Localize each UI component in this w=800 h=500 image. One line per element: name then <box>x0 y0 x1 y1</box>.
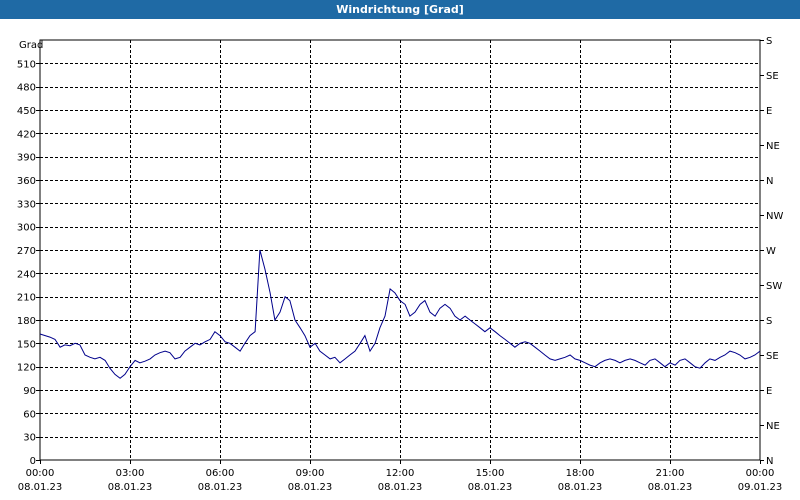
y-tick-label: 210 <box>17 293 36 304</box>
wind-direction-line <box>39 249 761 379</box>
wind-direction-chart: Grad 03060901201501802102402703003303603… <box>17 36 784 493</box>
x-tick-time: 21:00 <box>656 468 685 479</box>
x-tick-time: 15:00 <box>476 468 505 479</box>
x-tick-date: 08.01.23 <box>648 482 693 493</box>
y-tick-label: 510 <box>17 59 36 70</box>
right-tick-label: NE <box>766 141 780 152</box>
x-tick-date: 08.01.23 <box>558 482 603 493</box>
y-tick-label: 30 <box>23 433 36 444</box>
y-tick-label: 300 <box>17 223 36 234</box>
x-tick-time: 03:00 <box>116 468 145 479</box>
y-tick-label: 450 <box>17 106 36 117</box>
x-tick-date: 08.01.23 <box>18 482 63 493</box>
x-tick-date: 09.01.23 <box>738 482 783 493</box>
right-tick-label: NE <box>766 421 780 432</box>
x-tick-date: 08.01.23 <box>108 482 153 493</box>
x-tick-time: 09:00 <box>296 468 325 479</box>
y-tick-label: 60 <box>23 409 36 420</box>
x-tick-date: 08.01.23 <box>468 482 513 493</box>
right-tick-label: E <box>766 386 772 397</box>
right-tick-label: SE <box>766 71 779 82</box>
right-tick-label: E <box>766 106 772 117</box>
y-tick-label: 240 <box>17 269 36 280</box>
y-tick-label: 90 <box>23 386 36 397</box>
x-tick-date: 08.01.23 <box>288 482 333 493</box>
y-tick-label: 390 <box>17 153 36 164</box>
y-tick-label: 360 <box>17 176 36 187</box>
y-tick-label: 270 <box>17 246 36 257</box>
right-tick-label: N <box>766 176 773 187</box>
x-tick-time: 18:00 <box>566 468 595 479</box>
y-tick-label: 420 <box>17 129 36 140</box>
right-tick-label: W <box>766 246 776 257</box>
x-tick-time: 12:00 <box>386 468 415 479</box>
x-tick-date: 08.01.23 <box>198 482 243 493</box>
right-tick-label: S <box>766 36 772 47</box>
y-tick-label: 150 <box>17 339 36 350</box>
right-tick-label: SE <box>766 351 779 362</box>
x-tick-date: 08.01.23 <box>378 482 423 493</box>
chart-window: Windrichtung [Grad] Grad 0 30 60 90 120 150 18… <box>0 0 800 500</box>
x-tick-time: 06:00 <box>206 468 235 479</box>
x-tick-time: 00:00 <box>26 468 55 479</box>
window-title: Windrichtung [Grad] <box>0 0 800 19</box>
right-tick-label: S <box>766 316 772 327</box>
right-tick-label: NW <box>766 211 783 222</box>
y-tick-label: 480 <box>17 83 36 94</box>
right-tick-label: N <box>766 456 773 467</box>
right-tick-label: SW <box>766 281 782 292</box>
y-tick-label: 120 <box>17 363 36 374</box>
x-tick-time: 00:00 <box>746 468 775 479</box>
y-tick-label: 330 <box>17 199 36 210</box>
y-tick-label: 0 <box>30 456 36 467</box>
y-tick-label: 180 <box>17 316 36 327</box>
